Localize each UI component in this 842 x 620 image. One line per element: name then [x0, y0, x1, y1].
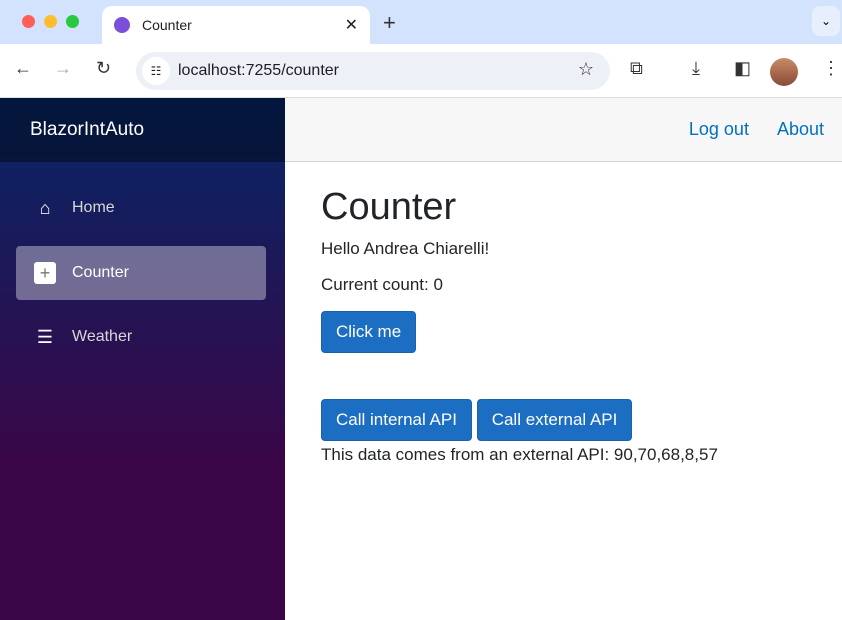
- current-count: Current count: 0: [321, 275, 443, 294]
- api-result-text: This data comes from an external API: 90…: [321, 445, 718, 464]
- greeting-text: Hello Andrea Chiarelli!: [321, 239, 490, 258]
- back-arrow-icon[interactable]: ←: [14, 58, 32, 79]
- about-link[interactable]: About: [777, 119, 824, 140]
- reload-icon[interactable]: ↻: [96, 58, 111, 79]
- forward-arrow-icon[interactable]: →: [54, 58, 72, 79]
- download-icon[interactable]: ⤓: [692, 58, 700, 79]
- sidebar-item-counter[interactable]: + Counter: [16, 246, 266, 300]
- tab-title: Counter: [142, 17, 192, 33]
- sidebar-item-weather[interactable]: ☰ Weather: [16, 310, 266, 364]
- new-tab-button[interactable]: +: [383, 10, 396, 36]
- close-tab-icon[interactable]: ✕: [345, 15, 358, 35]
- sidebar: BlazorIntAuto ⌂ Home + Counter ☰ Weather: [0, 98, 285, 620]
- bookmark-star-icon[interactable]: ☆: [578, 59, 594, 80]
- call-internal-api-button[interactable]: Call internal API: [321, 399, 472, 441]
- browser-toolbar: ← → ↻ ☷ localhost:7255/counter ☆ ⧉ ⤓ ◧ ⋮: [0, 44, 842, 98]
- more-menu-icon[interactable]: ⋮: [822, 58, 840, 79]
- page-title: Counter: [321, 186, 457, 228]
- profile-avatar[interactable]: [770, 58, 798, 86]
- logout-link[interactable]: Log out: [689, 119, 749, 140]
- call-external-api-button[interactable]: Call external API: [476, 399, 633, 441]
- main-content: Counter Hello Andrea Chiarelli! Current …: [321, 162, 718, 465]
- address-bar[interactable]: ☷ localhost:7255/counter ☆: [136, 52, 610, 90]
- blazor-favicon-icon: [114, 17, 130, 33]
- maximize-window-button[interactable]: [66, 15, 79, 28]
- close-window-button[interactable]: [22, 15, 35, 28]
- home-icon: ⌂: [39, 197, 51, 218]
- tab-search-chevron-icon[interactable]: ⌄: [812, 6, 840, 36]
- side-panel-icon[interactable]: ◧: [734, 58, 751, 79]
- sidebar-item-label: Weather: [72, 328, 133, 345]
- browser-tab[interactable]: Counter ✕: [102, 6, 370, 44]
- click-me-button[interactable]: Click me: [321, 311, 417, 353]
- extensions-icon[interactable]: ⧉: [630, 58, 643, 79]
- sidebar-item-label: Counter: [72, 264, 129, 281]
- plus-square-icon: +: [34, 262, 56, 284]
- site-settings-icon[interactable]: ☷: [142, 57, 170, 85]
- brand-link[interactable]: BlazorIntAuto: [0, 98, 285, 162]
- list-icon: ☰: [36, 326, 54, 347]
- sidebar-item-home[interactable]: ⌂ Home: [16, 181, 266, 235]
- minimize-window-button[interactable]: [44, 15, 57, 28]
- tab-bar: Counter ✕ + ⌄: [0, 0, 842, 44]
- top-row: Log out About: [285, 98, 842, 162]
- url-text: localhost:7255/counter: [178, 62, 339, 79]
- sidebar-item-label: Home: [72, 199, 115, 216]
